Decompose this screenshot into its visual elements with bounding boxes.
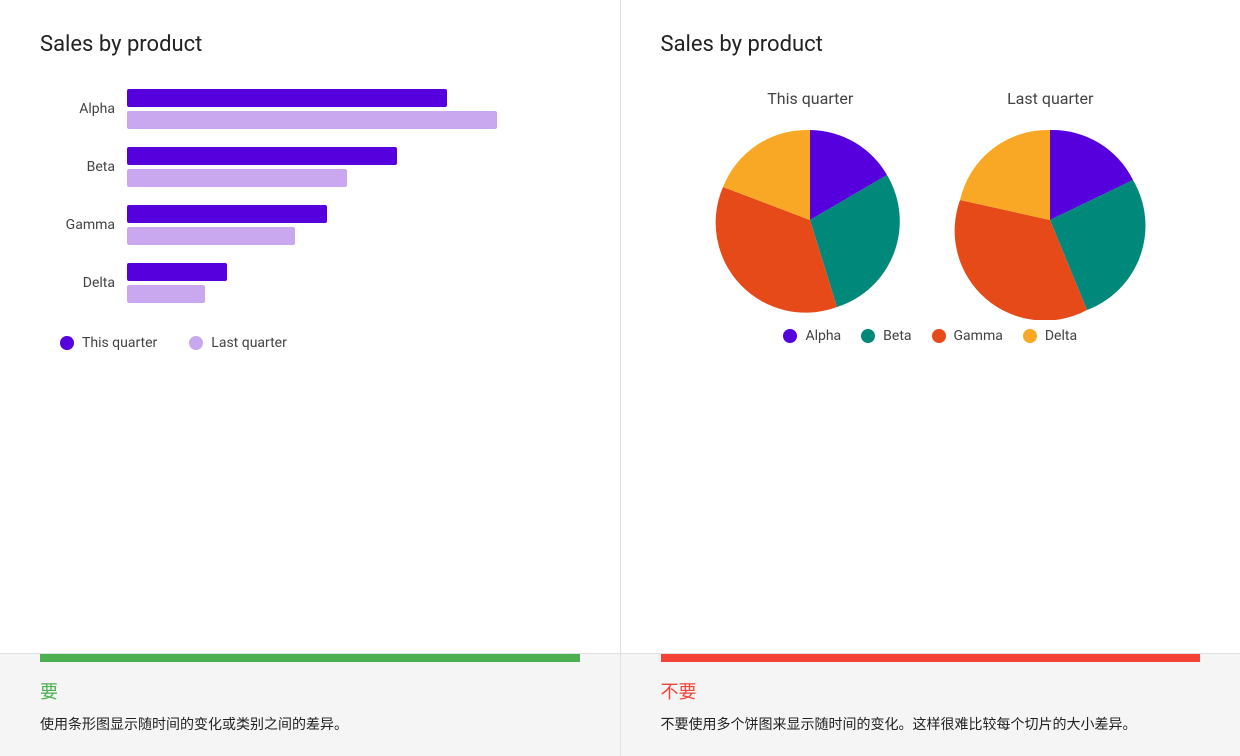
legend-dot-beta <box>861 329 875 343</box>
pie-last-quarter-label: Last quarter <box>1007 89 1093 108</box>
bar-gamma-secondary <box>127 227 295 245</box>
bar-group-delta <box>127 263 227 303</box>
legend-label-last-quarter: Last quarter <box>211 335 287 351</box>
legend-item-delta: Delta <box>1023 328 1077 344</box>
table-row: Delta <box>60 263 580 303</box>
bar-label-gamma: Gamma <box>60 217 115 233</box>
legend-dot-secondary <box>189 336 203 350</box>
pie-last-quarter: Last quarter <box>950 89 1150 320</box>
bar-chart-legend: This quarter Last quarter <box>60 335 580 351</box>
legend-item-alpha: Alpha <box>783 328 841 344</box>
pie-this-quarter: This quarter <box>710 89 910 320</box>
legend-item-last-quarter: Last quarter <box>189 335 287 351</box>
legend-label-alpha: Alpha <box>805 328 841 344</box>
legend-item-this-quarter: This quarter <box>60 335 157 351</box>
dont-text: 不要使用多个饼图来显示随时间的变化。这样很难比较每个切片的大小差异。 <box>661 714 1201 736</box>
bar-delta-secondary <box>127 285 205 303</box>
bottom-panel-do: 要 使用条形图显示随时间的变化或类别之间的差异。 <box>0 654 621 756</box>
bar-beta-secondary <box>127 169 347 187</box>
legend-label-delta: Delta <box>1045 328 1077 344</box>
bottom-row: 要 使用条形图显示随时间的变化或类别之间的差异。 不要 不要使用多个饼图来显示随… <box>0 653 1240 756</box>
legend-dot-alpha <box>783 329 797 343</box>
bar-delta-primary <box>127 263 227 281</box>
pie-section: This quarter Last quarter <box>661 89 1201 320</box>
pie-chart-panel: Sales by product This quarter Last q <box>621 0 1240 653</box>
do-text: 使用条形图显示随时间的变化或类别之间的差异。 <box>40 714 580 736</box>
bar-alpha-secondary <box>127 111 497 129</box>
pie-chart-this-quarter <box>710 120 910 320</box>
accent-bar-red <box>661 654 1201 662</box>
legend-dot-gamma <box>932 329 946 343</box>
accent-bar-green <box>40 654 580 662</box>
pie-legend: Alpha Beta Gamma Delta <box>661 328 1201 344</box>
bar-alpha-primary <box>127 89 447 107</box>
legend-dot-primary <box>60 336 74 350</box>
legend-item-gamma: Gamma <box>932 328 1003 344</box>
table-row: Gamma <box>60 205 580 245</box>
table-row: Alpha <box>60 89 580 129</box>
bar-group-alpha <box>127 89 497 129</box>
bar-chart-panel: Sales by product Alpha Beta Gamma <box>0 0 621 653</box>
pie-chart-title: Sales by product <box>661 32 1201 57</box>
bar-label-beta: Beta <box>60 159 115 175</box>
pie-chart-last-quarter <box>950 120 1150 320</box>
legend-label-this-quarter: This quarter <box>82 335 157 351</box>
bar-gamma-primary <box>127 205 327 223</box>
legend-label-gamma: Gamma <box>954 328 1003 344</box>
legend-item-beta: Beta <box>861 328 911 344</box>
bar-chart-title: Sales by product <box>40 32 580 57</box>
do-heading: 要 <box>40 678 580 704</box>
bar-label-delta: Delta <box>60 275 115 291</box>
table-row: Beta <box>60 147 580 187</box>
legend-label-beta: Beta <box>883 328 911 344</box>
bar-chart: Alpha Beta Gamma <box>60 89 580 303</box>
bottom-panel-dont: 不要 不要使用多个饼图来显示随时间的变化。这样很难比较每个切片的大小差异。 <box>621 654 1240 756</box>
bar-label-alpha: Alpha <box>60 101 115 117</box>
bar-group-beta <box>127 147 397 187</box>
bar-beta-primary <box>127 147 397 165</box>
pie-this-quarter-label: This quarter <box>767 89 853 108</box>
legend-dot-delta <box>1023 329 1037 343</box>
dont-heading: 不要 <box>661 678 1201 704</box>
bar-group-gamma <box>127 205 327 245</box>
